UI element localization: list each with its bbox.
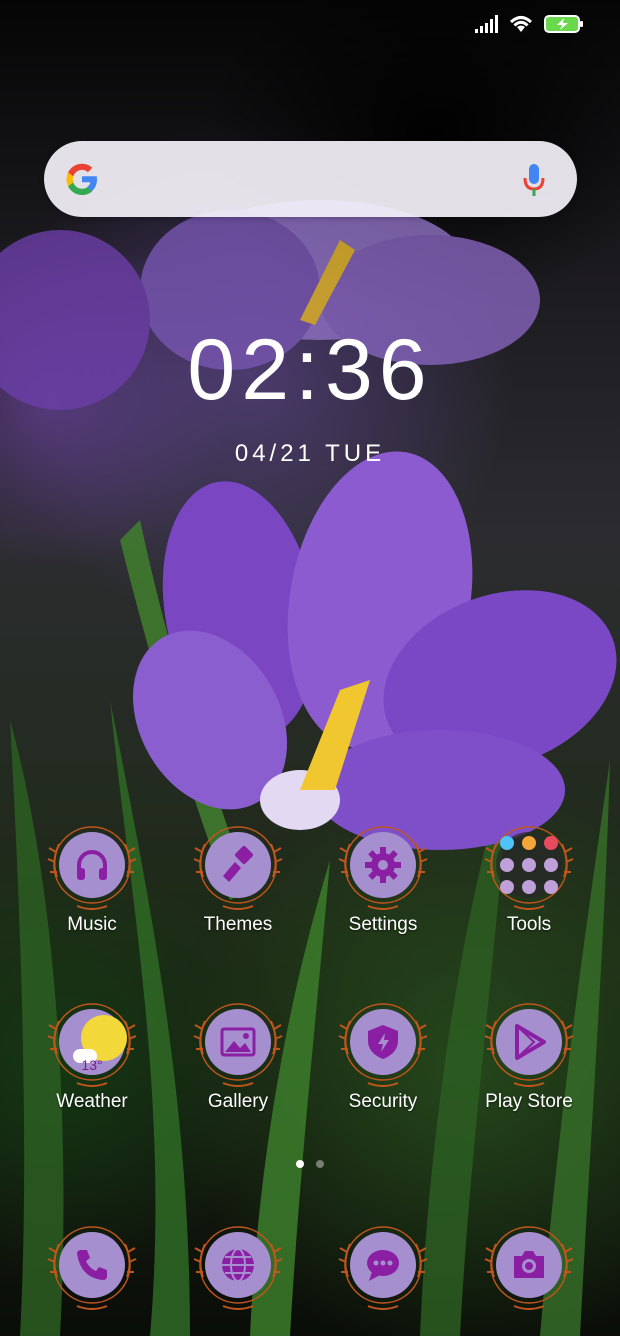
app-gallery[interactable]: Gallery: [168, 999, 308, 1113]
weather-icon: 13°: [59, 1009, 127, 1075]
app-settings[interactable]: Settings: [313, 822, 453, 936]
app-themes[interactable]: Themes: [168, 822, 308, 936]
paintbrush-icon: [223, 846, 254, 882]
dock-messages[interactable]: [313, 1222, 453, 1312]
dock-camera[interactable]: [459, 1222, 599, 1312]
play-icon: [515, 1024, 546, 1060]
page-dot: [316, 1160, 324, 1168]
app-label: Play Store: [485, 1091, 573, 1112]
app-label: Music: [67, 914, 117, 935]
app-music[interactable]: Music: [22, 822, 162, 936]
app-weather[interactable]: 13° Weather: [22, 999, 162, 1113]
app-label: Tools: [506, 914, 552, 935]
wifi-icon: [509, 16, 533, 32]
chat-icon: [367, 1250, 399, 1281]
weather-temperature: 13°: [81, 1057, 103, 1073]
page-indicator[interactable]: [0, 1160, 620, 1168]
headphones-icon: [77, 850, 107, 880]
app-label: Security: [348, 1091, 418, 1112]
app-label: Themes: [203, 914, 273, 935]
app-label: Gallery: [207, 1091, 269, 1112]
google-search-bar[interactable]: [44, 141, 577, 217]
dock-browser[interactable]: [168, 1222, 308, 1312]
app-tools-folder[interactable]: Tools: [459, 822, 599, 936]
app-label: Weather: [56, 1091, 128, 1112]
page-dot-active: [296, 1160, 304, 1168]
shield-icon: [368, 1025, 398, 1059]
gear-icon: [365, 847, 401, 883]
battery-charging-icon: [544, 15, 583, 33]
clock-time[interactable]: 02:36: [0, 325, 620, 415]
phone-icon: [77, 1250, 107, 1280]
status-bar: [474, 14, 584, 34]
clock-date: 04/21 TUE: [234, 440, 386, 467]
dock-phone[interactable]: [22, 1222, 162, 1312]
app-play-store[interactable]: Play Store: [459, 999, 599, 1113]
app-security[interactable]: Security: [313, 999, 453, 1113]
microphone-icon[interactable]: [523, 163, 545, 197]
camera-icon: [514, 1251, 544, 1278]
google-logo-icon: [66, 163, 97, 195]
app-label: Settings: [348, 914, 418, 935]
signal-icon: [475, 15, 498, 33]
folder-icon: [500, 836, 558, 894]
image-icon: [220, 1027, 256, 1057]
globe-icon: [222, 1248, 254, 1282]
